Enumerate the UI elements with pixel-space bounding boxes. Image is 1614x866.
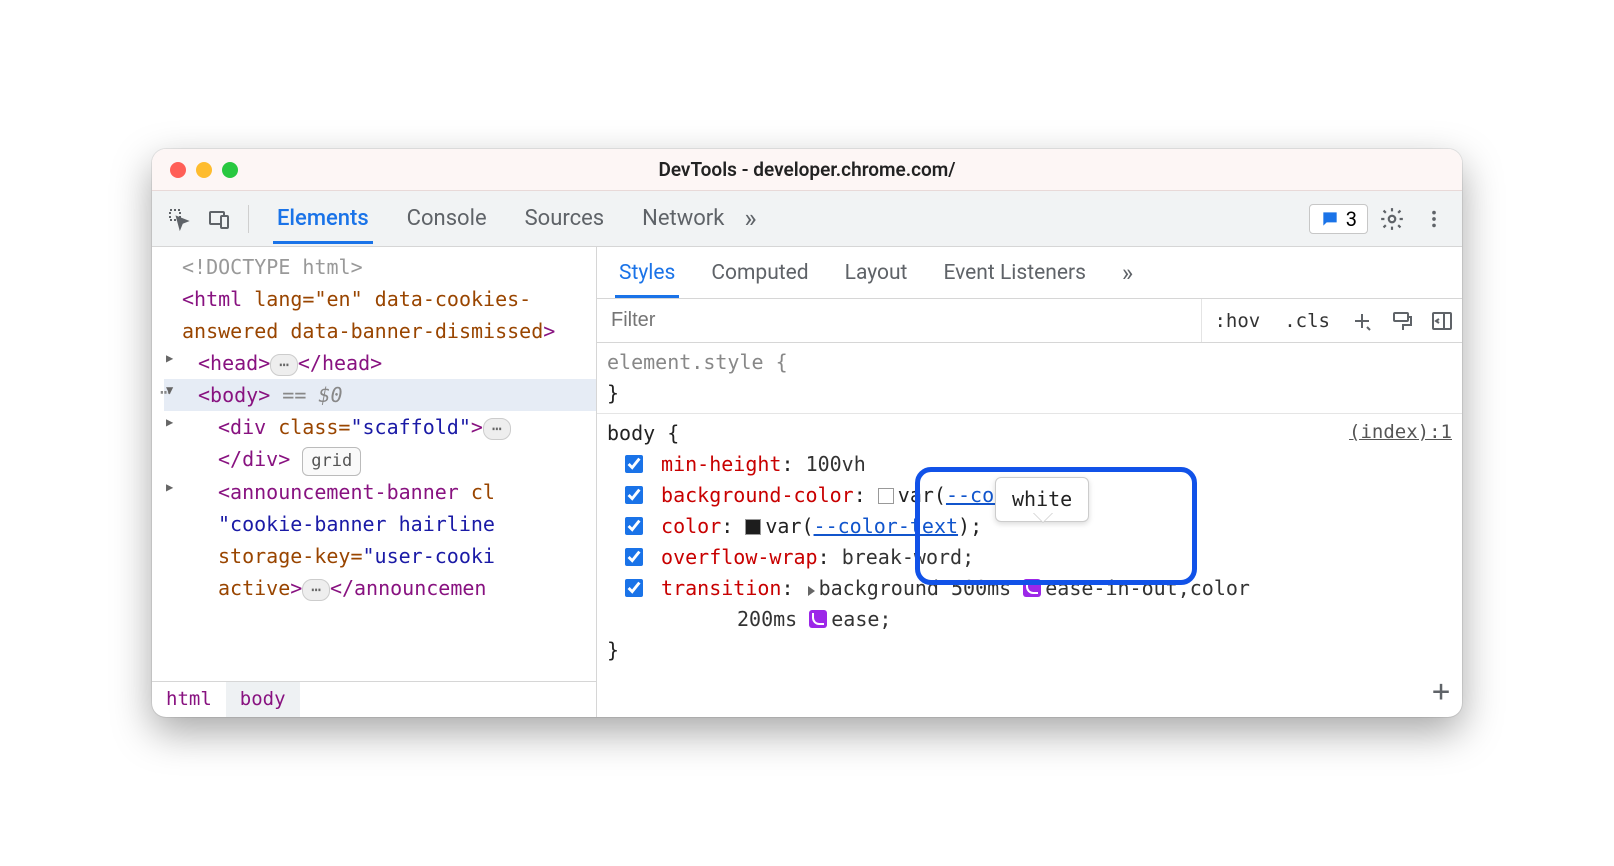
traffic-lights <box>170 162 238 178</box>
add-declaration-button[interactable]: + <box>1432 669 1450 716</box>
dom-tree[interactable]: <!DOCTYPE html> <html lang="en" data-coo… <box>152 247 596 681</box>
inspect-element-icon[interactable] <box>162 202 196 236</box>
ellipsis-icon[interactable]: ⋯ <box>270 354 298 376</box>
tabs-overflow-button[interactable]: » <box>744 204 756 234</box>
var-value-tooltip: white <box>995 477 1089 522</box>
minimize-window-button[interactable] <box>196 162 212 178</box>
tab-elements[interactable]: Elements <box>273 194 373 244</box>
decl-toggle[interactable] <box>625 455 643 473</box>
issues-badge[interactable]: 3 <box>1309 204 1368 234</box>
ellipsis-icon[interactable]: ⋯ <box>302 579 330 601</box>
subtabs-overflow-button[interactable]: » <box>1118 255 1137 298</box>
expand-shorthand-icon[interactable] <box>808 586 815 596</box>
elements-panel: <!DOCTYPE html> <html lang="en" data-coo… <box>152 247 597 717</box>
new-style-rule-icon[interactable] <box>1342 301 1382 341</box>
div-scaffold-node[interactable]: ▶<div class="scaffold">⋯</div> grid <box>164 411 596 476</box>
window-title: DevTools - developer.chrome.com/ <box>152 158 1462 181</box>
dollar-zero-label: == $0 <box>282 383 342 407</box>
decl-overflow-wrap[interactable]: overflow-wrap: break-word; <box>607 542 1452 573</box>
tab-event-listeners[interactable]: Event Listeners <box>939 255 1089 298</box>
close-window-button[interactable] <box>170 162 186 178</box>
decl-toggle[interactable] <box>625 579 643 597</box>
settings-icon[interactable] <box>1374 201 1410 237</box>
color-swatch-icon[interactable] <box>878 488 894 504</box>
styles-filter-bar: :hov .cls <box>597 299 1462 343</box>
rule-close: } <box>607 635 1452 666</box>
tab-console[interactable]: Console <box>403 194 491 244</box>
grid-badge[interactable]: grid <box>302 447 361 476</box>
tab-network[interactable]: Network <box>638 194 728 244</box>
main-tabs: Elements Console Sources Network <box>273 194 728 244</box>
rule-close: } <box>607 378 1452 409</box>
cls-toggle[interactable]: .cls <box>1272 304 1342 338</box>
ellipsis-icon[interactable]: ⋯ <box>483 418 511 440</box>
devtools-window: DevTools - developer.chrome.com/ Element… <box>152 149 1462 717</box>
issues-count: 3 <box>1346 207 1357 231</box>
toolbar-divider <box>248 205 249 233</box>
element-style-selector[interactable]: element.style { <box>607 347 1452 378</box>
titlebar: DevTools - developer.chrome.com/ <box>152 149 1462 191</box>
more-menu-icon[interactable] <box>1416 201 1452 237</box>
tab-layout[interactable]: Layout <box>841 255 912 298</box>
breadcrumb: html body <box>152 681 596 717</box>
tab-sources[interactable]: Sources <box>521 194 609 244</box>
decl-toggle[interactable] <box>625 486 643 504</box>
tab-styles[interactable]: Styles <box>615 255 679 298</box>
hov-toggle[interactable]: :hov <box>1202 304 1272 338</box>
announcement-banner-node[interactable]: ▶<announcement-banner cl"cookie-banner h… <box>164 476 596 604</box>
cubic-bezier-icon[interactable] <box>809 610 827 628</box>
source-link[interactable]: (index):1 <box>1349 418 1452 447</box>
sidebar-tabs: Styles Computed Layout Event Listeners » <box>597 247 1462 299</box>
style-rules[interactable]: element.style { } (index):1 body { min-h… <box>597 343 1462 717</box>
device-toolbar-icon[interactable] <box>202 202 236 236</box>
decl-transition[interactable]: transition: background 500ms ease-in-out… <box>607 573 1452 635</box>
expand-icon[interactable]: ▶ <box>166 478 173 497</box>
main-split: <!DOCTYPE html> <html lang="en" data-coo… <box>152 247 1462 717</box>
collapse-icon[interactable]: ▼ <box>166 381 173 400</box>
breadcrumb-body[interactable]: body <box>226 682 300 717</box>
css-var-link[interactable]: --color-text <box>814 514 959 538</box>
tooltip-text: white <box>1012 487 1072 511</box>
styles-filter-input[interactable] <box>597 299 1202 342</box>
toggle-sidebar-icon[interactable] <box>1422 301 1462 341</box>
breadcrumb-html[interactable]: html <box>152 682 226 717</box>
html-node[interactable]: <html lang="en" data-cookies-answered da… <box>164 283 596 347</box>
decl-min-height[interactable]: min-height: 100vh <box>607 449 1452 480</box>
expand-icon[interactable]: ▶ <box>166 413 173 432</box>
paint-format-icon[interactable] <box>1382 301 1422 341</box>
color-swatch-icon[interactable] <box>745 519 761 535</box>
zoom-window-button[interactable] <box>222 162 238 178</box>
body-rule-header[interactable]: (index):1 body { <box>607 418 1452 449</box>
styles-panel: Styles Computed Layout Event Listeners »… <box>597 247 1462 717</box>
head-node[interactable]: ▶<head>⋯</head> <box>164 347 596 379</box>
decl-toggle[interactable] <box>625 517 643 535</box>
cubic-bezier-icon[interactable] <box>1023 579 1041 597</box>
body-node-selected[interactable]: ⋯▼<body> == $0 <box>164 379 596 411</box>
doctype-node[interactable]: <!DOCTYPE html> <box>182 255 363 279</box>
expand-icon[interactable]: ▶ <box>166 349 173 368</box>
tab-computed[interactable]: Computed <box>707 255 812 298</box>
decl-toggle[interactable] <box>625 548 643 566</box>
main-toolbar: Elements Console Sources Network » 3 <box>152 191 1462 247</box>
